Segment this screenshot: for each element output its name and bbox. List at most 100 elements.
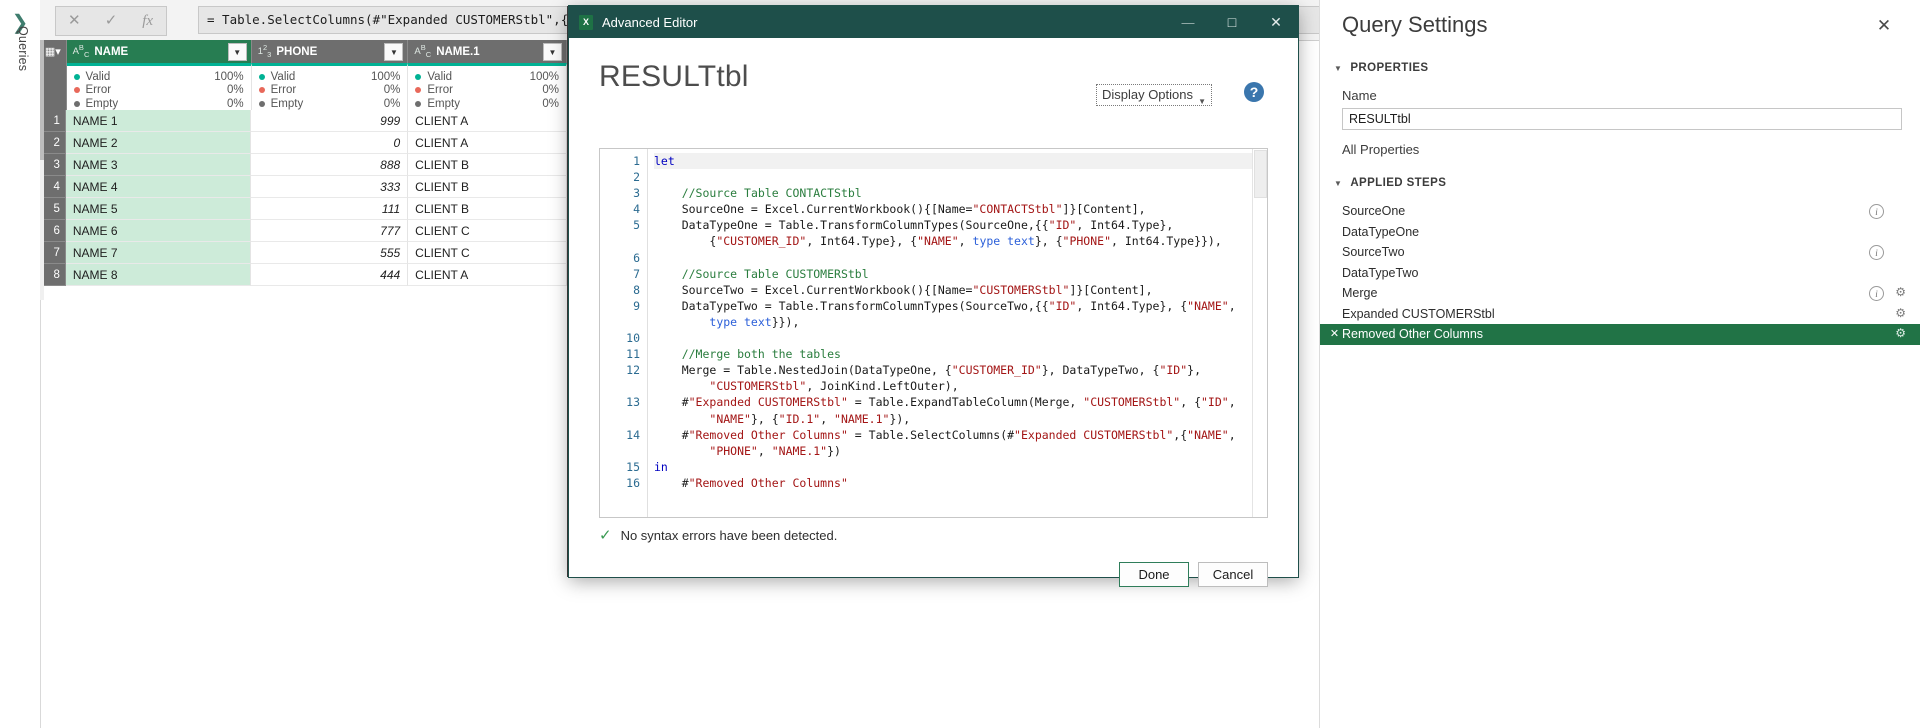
applied-step[interactable]: SourceOne i	[1320, 201, 1920, 222]
step-info-icon[interactable]: i	[1869, 204, 1884, 219]
column-filter-name-icon[interactable]: ▼	[227, 43, 247, 61]
cancel-formula-icon[interactable]: ✕	[56, 8, 93, 34]
cell-phone[interactable]: 0	[251, 132, 409, 154]
done-button[interactable]: Done	[1119, 562, 1189, 587]
applied-steps-section-header[interactable]: ▼ APPLIED STEPS	[1320, 173, 1920, 193]
code-line[interactable]: let	[654, 153, 1267, 170]
cancel-button[interactable]: Cancel	[1198, 562, 1268, 587]
code-line[interactable]: #"Removed Other Columns"	[654, 475, 1267, 491]
cell-name1[interactable]: CLIENT B	[408, 154, 567, 176]
insert-function-icon[interactable]: fx	[129, 8, 166, 34]
cell-name[interactable]: NAME 7	[65, 242, 252, 264]
column-filter-name1-icon[interactable]: ▼	[543, 43, 562, 61]
maximize-icon[interactable]: □	[1210, 6, 1254, 38]
scrollbar-thumb[interactable]	[1254, 150, 1267, 198]
grid-vertical-scrollbar[interactable]	[40, 40, 44, 300]
code-line[interactable]: "NAME"}, {"ID.1", "NAME.1"}),	[654, 411, 1267, 427]
help-icon[interactable]: ?	[1244, 82, 1264, 102]
code-line[interactable]: //Source Table CUSTOMERStbl	[654, 266, 1267, 282]
code-line[interactable]: #"Removed Other Columns" = Table.SelectC…	[654, 427, 1267, 443]
cell-name[interactable]: NAME 3	[65, 154, 252, 176]
step-info-icon[interactable]: i	[1869, 245, 1884, 260]
code-line[interactable]: DataTypeTwo = Table.TransformColumnTypes…	[654, 298, 1267, 314]
cell-name1[interactable]: CLIENT A	[408, 132, 567, 154]
cell-name1[interactable]: CLIENT A	[408, 110, 567, 132]
cell-name[interactable]: NAME 6	[65, 220, 252, 242]
code-line[interactable]: DataTypeOne = Table.TransformColumnTypes…	[654, 217, 1267, 233]
step-settings-gear-icon[interactable]: ⚙	[1895, 306, 1906, 320]
cell-name1[interactable]: CLIENT C	[408, 220, 567, 242]
applied-step[interactable]: Merge i ⚙	[1320, 283, 1920, 304]
table-row[interactable]: 1 NAME 1 999 CLIENT A	[40, 110, 567, 132]
code-line[interactable]: {"CUSTOMER_ID", Int64.Type}, {"NAME", ty…	[654, 233, 1267, 249]
close-icon[interactable]: ✕	[1874, 16, 1894, 36]
column-header-name1[interactable]: ABC NAME.1 ▼	[408, 40, 567, 63]
cell-phone[interactable]: 111	[251, 198, 409, 220]
code-line[interactable]: type text}}),	[654, 314, 1267, 330]
cell-name[interactable]: NAME 1	[65, 110, 252, 132]
applied-step[interactable]: ✕ Removed Other Columns ⚙	[1320, 324, 1920, 345]
accept-formula-icon[interactable]: ✓	[93, 8, 130, 34]
cell-phone[interactable]: 333	[251, 176, 409, 198]
code-line[interactable]	[654, 169, 1267, 185]
applied-step-label: SourceTwo	[1342, 245, 1405, 260]
code-line[interactable]	[654, 330, 1267, 346]
code-line[interactable]: Merge = Table.NestedJoin(DataTypeOne, {"…	[654, 362, 1267, 378]
code-line[interactable]	[654, 250, 1267, 266]
cell-phone[interactable]: 888	[251, 154, 409, 176]
applied-steps-header-label: APPLIED STEPS	[1350, 177, 1447, 189]
table-row[interactable]: 3 NAME 3 888 CLIENT B	[40, 154, 567, 176]
cell-name1[interactable]: CLIENT B	[408, 176, 567, 198]
cell-name1[interactable]: CLIENT B	[408, 198, 567, 220]
table-row[interactable]: 8 NAME 8 444 CLIENT A	[40, 264, 567, 286]
code-vertical-scrollbar[interactable]	[1252, 149, 1267, 517]
column-filter-phone-icon[interactable]: ▼	[384, 43, 404, 61]
line-number	[600, 378, 647, 394]
quality-empty-label: Empty	[85, 97, 119, 110]
code-line[interactable]: //Source Table CONTACTStbl	[654, 185, 1267, 201]
code-editor[interactable]: 1 2 3 4 5 6 7 8 9 10 11 12 13 14 15 16 let //Source Tab…	[599, 148, 1268, 518]
all-properties-link[interactable]: All Properties	[1320, 142, 1920, 157]
properties-section-header[interactable]: ▼ PROPERTIES	[1320, 58, 1920, 78]
cell-phone[interactable]: 444	[251, 264, 409, 286]
cell-name1[interactable]: CLIENT C	[408, 242, 567, 264]
code-line[interactable]: "CUSTOMERStbl", JoinKind.LeftOuter),	[654, 378, 1267, 394]
table-row[interactable]: 6 NAME 6 777 CLIENT C	[40, 220, 567, 242]
code-text[interactable]: let //Source Table CONTACTStbl SourceOne…	[648, 149, 1267, 517]
cell-name1[interactable]: CLIENT A	[408, 264, 567, 286]
cell-phone[interactable]: 999	[251, 110, 409, 132]
cell-name[interactable]: NAME 4	[65, 176, 252, 198]
table-row[interactable]: 5 NAME 5 111 CLIENT B	[40, 198, 567, 220]
quality-phone: Valid 100% Error 0% Empty 0%	[251, 63, 409, 110]
table-row[interactable]: 2 NAME 2 0 CLIENT A	[40, 132, 567, 154]
code-line[interactable]: in	[654, 459, 1267, 475]
cell-name[interactable]: NAME 5	[65, 198, 252, 220]
close-icon[interactable]: ✕	[1254, 6, 1298, 38]
code-line[interactable]: #"Expanded CUSTOMERStbl" = Table.ExpandT…	[654, 394, 1267, 410]
empty-dot-icon	[258, 100, 265, 107]
cell-phone[interactable]: 555	[251, 242, 409, 264]
step-info-icon[interactable]: i	[1869, 286, 1884, 301]
applied-step[interactable]: Expanded CUSTOMERStbl ⚙	[1320, 304, 1920, 325]
display-options-button[interactable]: Display Options ▼	[1095, 84, 1212, 106]
cell-phone[interactable]: 777	[251, 220, 409, 242]
applied-step[interactable]: SourceTwo i	[1320, 242, 1920, 263]
step-settings-gear-icon[interactable]: ⚙	[1895, 285, 1906, 299]
column-header-name[interactable]: ABC NAME ▼	[66, 40, 252, 63]
code-line[interactable]: SourceTwo = Excel.CurrentWorkbook(){[Nam…	[654, 282, 1267, 298]
code-line[interactable]: "PHONE", "NAME.1"})	[654, 443, 1267, 459]
table-row[interactable]: 4 NAME 4 333 CLIENT B	[40, 176, 567, 198]
code-line[interactable]: //Merge both the tables	[654, 346, 1267, 362]
query-name-input[interactable]	[1342, 108, 1902, 130]
table-row[interactable]: 7 NAME 7 555 CLIENT C	[40, 242, 567, 264]
applied-step[interactable]: DataTypeOne	[1320, 222, 1920, 243]
code-line[interactable]: SourceOne = Excel.CurrentWorkbook(){[Nam…	[654, 201, 1267, 217]
minimize-icon[interactable]: —	[1166, 6, 1210, 38]
applied-step[interactable]: DataTypeTwo	[1320, 263, 1920, 284]
column-header-phone[interactable]: 123 PHONE ▼	[251, 40, 409, 63]
cell-name[interactable]: NAME 2	[65, 132, 252, 154]
step-settings-gear-icon[interactable]: ⚙	[1895, 326, 1906, 340]
cell-name[interactable]: NAME 8	[65, 264, 252, 286]
scrollbar-thumb[interactable]	[40, 40, 44, 160]
delete-step-icon[interactable]: ✕	[1328, 327, 1341, 340]
